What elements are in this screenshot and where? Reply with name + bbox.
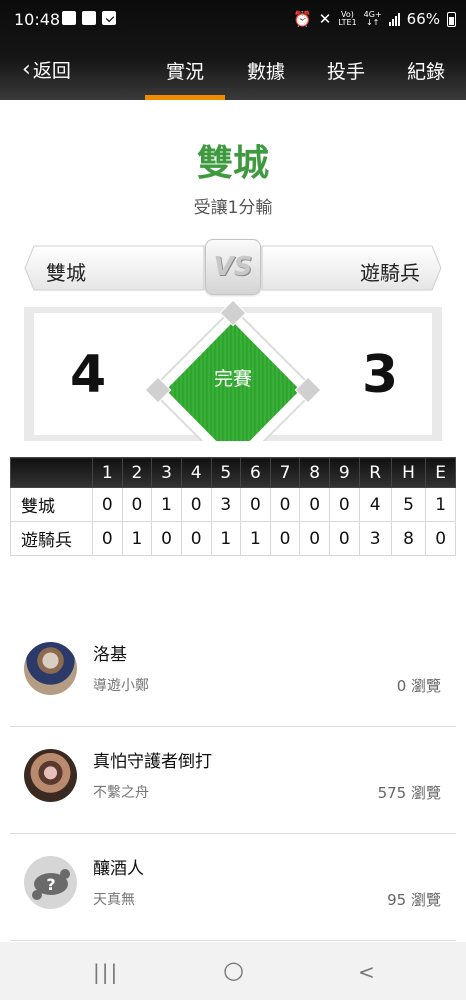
cell: 1 — [121, 521, 153, 556]
system-nav-bar: ||| ○ < — [0, 942, 466, 1000]
mute-icon: ✕ — [318, 10, 332, 28]
home-score: 3 — [362, 345, 399, 405]
header-runs: R — [358, 457, 392, 488]
row-team: 雙城 — [10, 487, 93, 522]
post-views: 95 瀏覽 — [387, 891, 441, 909]
cell: 1 — [240, 521, 271, 556]
cell: 8 — [390, 521, 427, 556]
header-team — [10, 457, 93, 488]
tab-live[interactable]: 實況 — [166, 57, 204, 84]
back-label: 返回 — [32, 60, 71, 82]
list-item[interactable]: 洛基 導遊小鄭 0 瀏覽 — [0, 620, 466, 727]
result-summary: 受讓1分輸 — [193, 198, 273, 218]
cell: 0 — [180, 487, 212, 522]
cell: 0 — [299, 487, 330, 522]
status-time: 10:48 — [14, 10, 61, 29]
cell: 1 — [425, 487, 456, 522]
tab-pitchers[interactable]: 投手 — [327, 57, 365, 84]
home-button[interactable]: ○ — [223, 956, 244, 984]
away-team-name: 雙城 — [46, 261, 86, 285]
post-author: 導遊小鄭 — [93, 678, 149, 694]
cell: 0 — [425, 521, 456, 556]
volte-indicator: Vo) LTE1 — [338, 10, 357, 27]
post-views: 575 瀏覽 — [377, 784, 441, 802]
avatar: ? — [24, 856, 77, 909]
post-title: 洛基 — [93, 645, 127, 665]
cell: 0 — [299, 521, 330, 556]
header-errors: E — [425, 457, 456, 488]
cell: 5 — [390, 487, 427, 522]
header-hits: H — [390, 457, 427, 488]
list-item[interactable]: ? 釀酒人 天真無 95 瀏覽 — [0, 834, 466, 941]
linescore-header: 1 2 3 4 5 6 7 8 9 R H E — [10, 457, 456, 488]
post-author: 天真無 — [93, 892, 135, 908]
cell: 0 — [329, 487, 360, 522]
vs-badge: VS — [205, 239, 261, 295]
cell: 0 — [269, 521, 301, 556]
post-author: 不繫之舟 — [93, 785, 149, 801]
vs-label: VS — [213, 252, 253, 282]
alarm-icon: ⏰ — [293, 10, 312, 28]
header-inning: 4 — [180, 457, 212, 488]
table-row: 遊騎兵 0 1 0 0 1 1 0 0 0 3 8 0 — [10, 521, 456, 556]
tab-stats[interactable]: 數據 — [247, 57, 285, 84]
active-tab-indicator — [145, 95, 225, 100]
linescore-table: 1 2 3 4 5 6 7 8 9 R H E 雙城 0 0 1 0 3 0 0… — [10, 457, 456, 556]
default-avatar-icon: ? — [31, 868, 70, 900]
avatar — [24, 642, 77, 695]
cell: 0 — [121, 487, 153, 522]
game-status: 完賽 — [213, 368, 252, 390]
mail-icon — [82, 11, 96, 25]
post-title: 釀酒人 — [93, 859, 144, 879]
list-item[interactable]: 真怕守護者倒打 不繫之舟 575 瀏覽 — [0, 727, 466, 834]
battery-icon — [447, 11, 456, 27]
away-score: 4 — [70, 345, 107, 405]
notification-icons — [62, 11, 116, 25]
cell: 0 — [180, 521, 212, 556]
header-inning: 8 — [299, 457, 330, 488]
battery-percent: 66% — [406, 10, 440, 28]
top-nav: ‹ 返回 實況 數據 投手 紀錄 — [0, 44, 466, 100]
header-inning: 9 — [329, 457, 360, 488]
header-inning: 6 — [240, 457, 271, 488]
back-button[interactable]: ‹ 返回 — [22, 56, 71, 83]
checkbox-icon — [102, 11, 116, 25]
cell: 0 — [329, 521, 360, 556]
status-right: ⏰ ✕ Vo) LTE1 4G+ ↓↑ 66% — [293, 10, 456, 28]
cell: 0 — [92, 521, 123, 556]
svg-text:?: ? — [46, 875, 55, 894]
cell: 4 — [358, 487, 392, 522]
signal-icon — [388, 12, 400, 26]
app-header: 10:48 ⏰ ✕ Vo) LTE1 4G+ ↓↑ 66% ‹ 返回 實況 數據 投… — [0, 0, 466, 100]
header-inning: 5 — [210, 457, 242, 488]
cell: 0 — [269, 487, 301, 522]
gallery-icon — [62, 11, 76, 25]
home-team-name: 遊騎兵 — [360, 261, 420, 285]
post-title: 真怕守護者倒打 — [93, 752, 212, 772]
header-inning: 7 — [269, 457, 301, 488]
avatar — [24, 749, 77, 802]
header-inning: 3 — [151, 457, 182, 488]
header-inning: 1 — [92, 457, 123, 488]
cell: 0 — [240, 487, 271, 522]
tab-records[interactable]: 紀錄 — [407, 57, 445, 84]
status-bar: 10:48 ⏰ ✕ Vo) LTE1 4G+ ↓↑ 66% — [0, 0, 466, 40]
system-back-button[interactable]: < — [358, 960, 375, 984]
recents-button[interactable]: ||| — [93, 960, 119, 984]
network-type: 4G+ ↓↑ — [363, 10, 382, 27]
chevron-left-icon: ‹ — [22, 57, 31, 82]
winner-title: 雙城 — [196, 143, 269, 184]
cell: 0 — [92, 487, 123, 522]
row-team: 遊騎兵 — [10, 521, 93, 556]
header-inning: 2 — [121, 457, 153, 488]
cell: 0 — [151, 521, 182, 556]
cell: 3 — [210, 487, 242, 522]
cell: 1 — [210, 521, 242, 556]
table-row: 雙城 0 0 1 0 3 0 0 0 0 4 5 1 — [10, 487, 456, 522]
cell: 3 — [358, 521, 392, 556]
post-views: 0 瀏覽 — [396, 677, 441, 695]
divider — [10, 940, 456, 941]
cell: 1 — [151, 487, 182, 522]
matchup-bar: VS 雙城 遊騎兵 — [24, 239, 442, 295]
